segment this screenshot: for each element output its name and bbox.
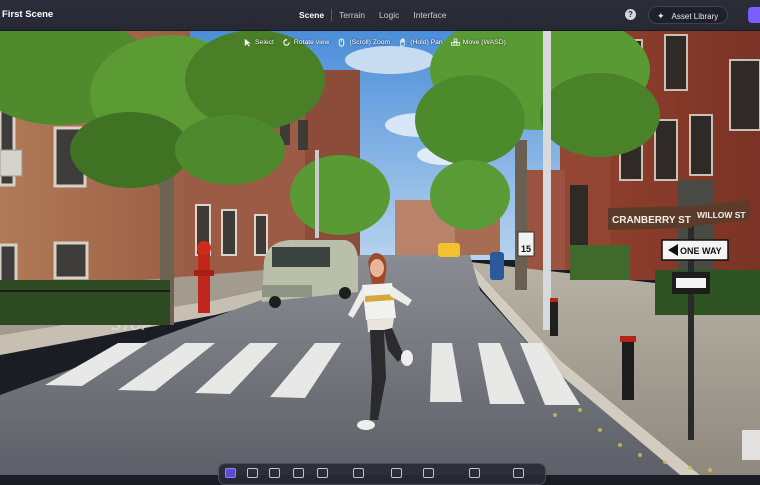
scale-tool-icon[interactable] <box>293 468 304 478</box>
one-way-sign: ONE WAY <box>680 246 722 256</box>
camera-tool-icon[interactable] <box>423 468 434 478</box>
select-tool-icon[interactable] <box>225 468 236 478</box>
rotate-icon <box>283 37 290 46</box>
hint-rotate-label: Rotate view <box>293 38 330 46</box>
tab-terrain[interactable]: Terrain <box>332 0 372 30</box>
speed-limit-sign: 15 <box>521 244 531 254</box>
hint-rotate: Rotate view <box>282 36 330 48</box>
transform-tool-icon[interactable] <box>353 468 364 478</box>
snap-tool-icon[interactable] <box>317 468 328 478</box>
top-bar: First Scene Scene Terrain Logic Interfac… <box>0 0 760 31</box>
street-sign-cranberry: CRANBERRY ST <box>612 215 691 226</box>
cursor-icon <box>244 38 251 47</box>
hint-zoom: (Scroll) Zoom <box>337 36 390 48</box>
bottom-toolbar <box>218 463 546 485</box>
user-avatar[interactable] <box>748 7 760 23</box>
view-tool-icon[interactable] <box>513 468 524 478</box>
move-tool-icon[interactable] <box>247 468 258 478</box>
hint-move: Move (WASD) <box>450 36 506 48</box>
hint-pan-label: (Hold) Pan <box>410 38 443 46</box>
scene-title[interactable]: First Scene <box>2 0 53 30</box>
tab-logic[interactable]: Logic <box>372 0 406 30</box>
wasd-icon <box>450 38 460 46</box>
sparkle-icon: ✦ <box>657 11 665 21</box>
asset-library-button[interactable]: ✦ Asset Library <box>648 6 728 24</box>
mode-tabs: Scene Terrain Logic Interface <box>292 0 453 30</box>
frame-tool-icon[interactable] <box>391 468 402 478</box>
tab-interface[interactable]: Interface <box>406 0 453 30</box>
asset-library-label: Asset Library <box>671 12 719 21</box>
scene-viewport[interactable]: STOP 15 CRANBERRY ST WILLOW ST ONE WAY <box>0 0 760 475</box>
hint-zoom-label: (Scroll) Zoom <box>349 38 391 46</box>
hint-move-label: Move (WASD) <box>462 38 506 46</box>
grid-tool-icon[interactable] <box>469 468 480 478</box>
hint-select-label: Select <box>255 38 274 46</box>
controls-hint-bar: Select Rotate view (Scroll) Zoom (Hold) … <box>243 36 506 48</box>
mouse-icon <box>339 37 345 47</box>
rotate-tool-icon[interactable] <box>269 468 280 478</box>
hand-icon <box>400 38 405 46</box>
hint-select: Select <box>243 36 274 48</box>
hint-pan: (Hold) Pan <box>398 36 443 48</box>
street-sign-willow: WILLOW ST <box>697 210 746 220</box>
tab-scene[interactable]: Scene <box>292 0 331 30</box>
help-icon[interactable]: ? <box>625 9 636 20</box>
